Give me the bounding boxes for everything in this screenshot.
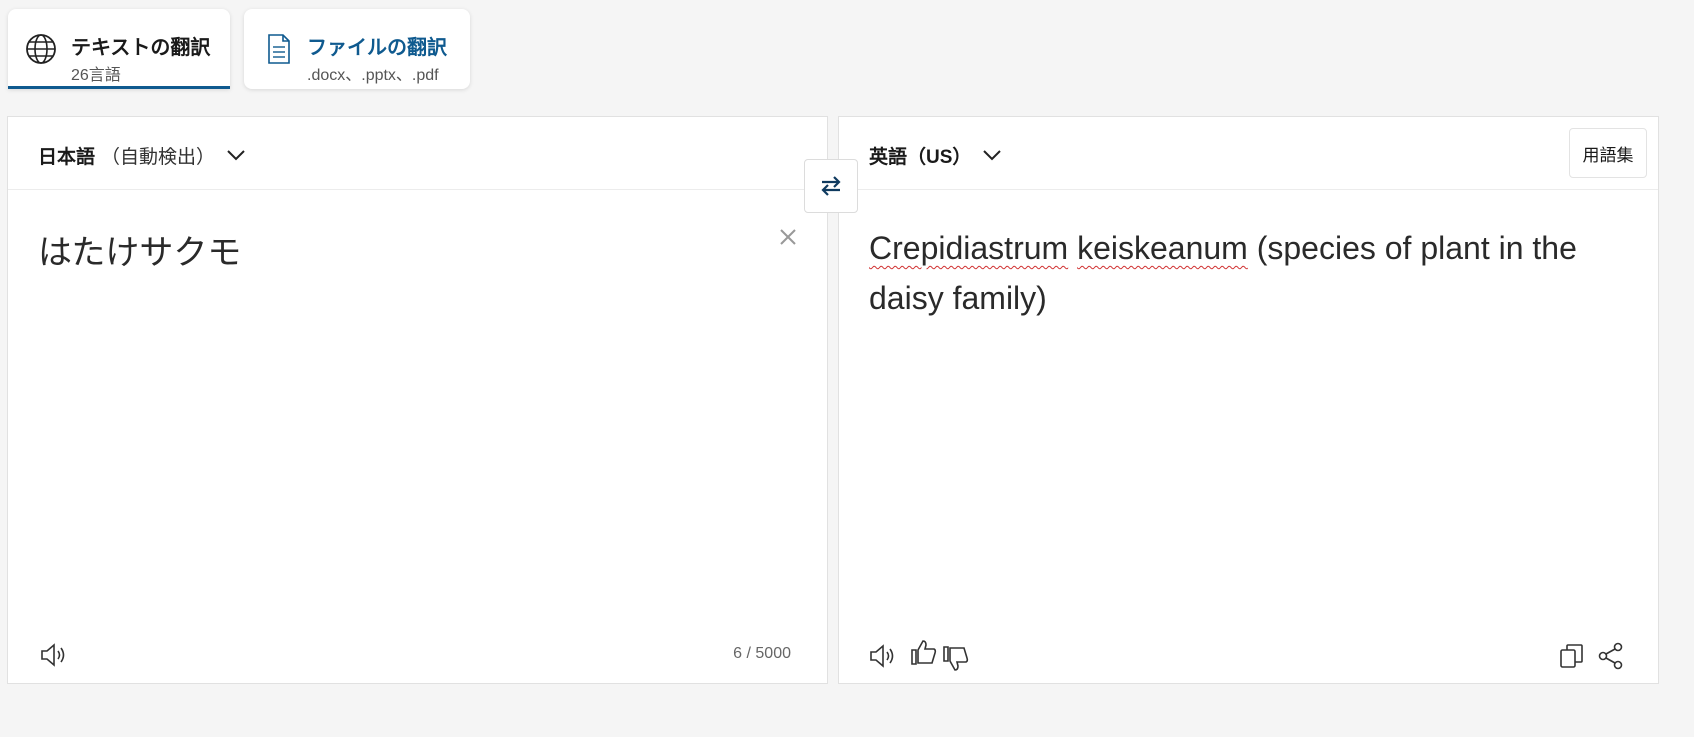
tab-text-translation[interactable]: テキストの翻訳 26言語 bbox=[8, 9, 230, 89]
character-count: 6 / 5000 bbox=[733, 645, 791, 662]
thumbs-up-icon[interactable] bbox=[909, 637, 939, 667]
share-icon[interactable] bbox=[1596, 641, 1626, 671]
source-language-name: 日本語 bbox=[38, 146, 96, 168]
source-panel-header: 日本語 （自動検出） bbox=[8, 117, 827, 190]
document-icon bbox=[268, 34, 290, 64]
translation-word: Crepidiastrum bbox=[869, 230, 1069, 266]
swap-languages-button[interactable] bbox=[804, 159, 858, 213]
target-panel: 英語（US） 用語集 Crepidiastrum keiskeanum (spe… bbox=[838, 116, 1659, 684]
swap-icon bbox=[821, 176, 841, 196]
thumbs-down-icon[interactable] bbox=[941, 644, 971, 674]
source-language-select[interactable]: 日本語 （自動検出） bbox=[38, 141, 247, 169]
close-icon[interactable] bbox=[774, 223, 802, 251]
glossary-button[interactable]: 用語集 bbox=[1569, 128, 1647, 178]
translation-word: keiskeanum bbox=[1077, 230, 1248, 266]
source-panel: 日本語 （自動検出） はたけサクモ 6 / 5000 bbox=[7, 116, 828, 684]
copy-icon[interactable] bbox=[1557, 641, 1587, 671]
tab-subtitle: 26言語 bbox=[71, 67, 121, 84]
tab-file-translation[interactable]: ファイルの翻訳 .docx、.pptx、.pdf bbox=[244, 9, 470, 89]
speaker-icon[interactable] bbox=[867, 641, 897, 671]
speaker-icon[interactable] bbox=[38, 640, 68, 670]
translation-output: Crepidiastrum keiskeanum (species of pla… bbox=[869, 223, 1609, 323]
tab-title: テキストの翻訳 bbox=[71, 37, 211, 59]
source-text-input[interactable]: はたけサクモ bbox=[38, 225, 241, 274]
chevron-down-icon bbox=[227, 150, 245, 161]
tab-subtitle: .docx、.pptx、.pdf bbox=[307, 67, 439, 84]
target-language-name: 英語（US） bbox=[869, 146, 972, 168]
target-language-select[interactable]: 英語（US） bbox=[869, 141, 1003, 169]
chevron-down-icon bbox=[983, 150, 1002, 161]
tab-title: ファイルの翻訳 bbox=[307, 37, 447, 59]
globe-icon bbox=[26, 34, 56, 64]
target-panel-header: 英語（US） 用語集 bbox=[839, 117, 1658, 190]
auto-detect-label: （自動検出） bbox=[101, 146, 216, 168]
